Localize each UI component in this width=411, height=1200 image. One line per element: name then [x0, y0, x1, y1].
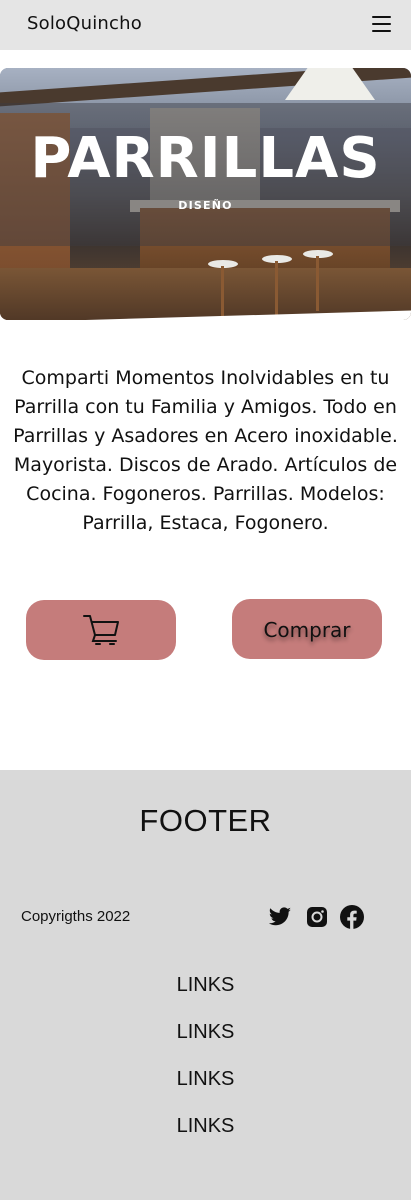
- hero-floor: [0, 268, 411, 320]
- instagram-icon[interactable]: [305, 905, 329, 929]
- twitter-icon[interactable]: [268, 905, 292, 929]
- buy-button[interactable]: Comprar: [232, 599, 382, 659]
- footer-link[interactable]: LINKS: [0, 974, 411, 1021]
- cart-button[interactable]: [26, 600, 176, 660]
- hero-subtitle: DISEÑO: [178, 199, 233, 212]
- copyright-text: Copyrigths 2022: [21, 908, 131, 925]
- hero-stool-leg: [221, 266, 224, 320]
- hero-banner: PARRILLAS DISEÑO: [0, 68, 411, 320]
- brand-logo-text[interactable]: SoloQuincho: [27, 13, 142, 34]
- footer-link[interactable]: LINKS: [0, 1115, 411, 1162]
- shopping-cart-icon: [83, 615, 119, 645]
- footer-link[interactable]: LINKS: [0, 1021, 411, 1068]
- buy-button-label: Comprar: [263, 618, 351, 642]
- footer: FOOTER Copyrigths 2022 LINKS LINKS LINKS…: [0, 770, 411, 1200]
- product-description: Comparti Momentos Inolvidables en tu Par…: [13, 367, 398, 534]
- hamburger-menu-icon[interactable]: [372, 16, 391, 32]
- footer-links: LINKS LINKS LINKS LINKS: [0, 974, 411, 1162]
- hero-stool-leg: [316, 256, 319, 311]
- top-navbar: SoloQuincho: [0, 0, 411, 50]
- facebook-icon[interactable]: [340, 905, 364, 929]
- footer-title: FOOTER: [139, 803, 272, 838]
- footer-link[interactable]: LINKS: [0, 1068, 411, 1115]
- hero-stool-leg: [275, 261, 278, 316]
- hero-title: PARRILLAS: [30, 126, 381, 191]
